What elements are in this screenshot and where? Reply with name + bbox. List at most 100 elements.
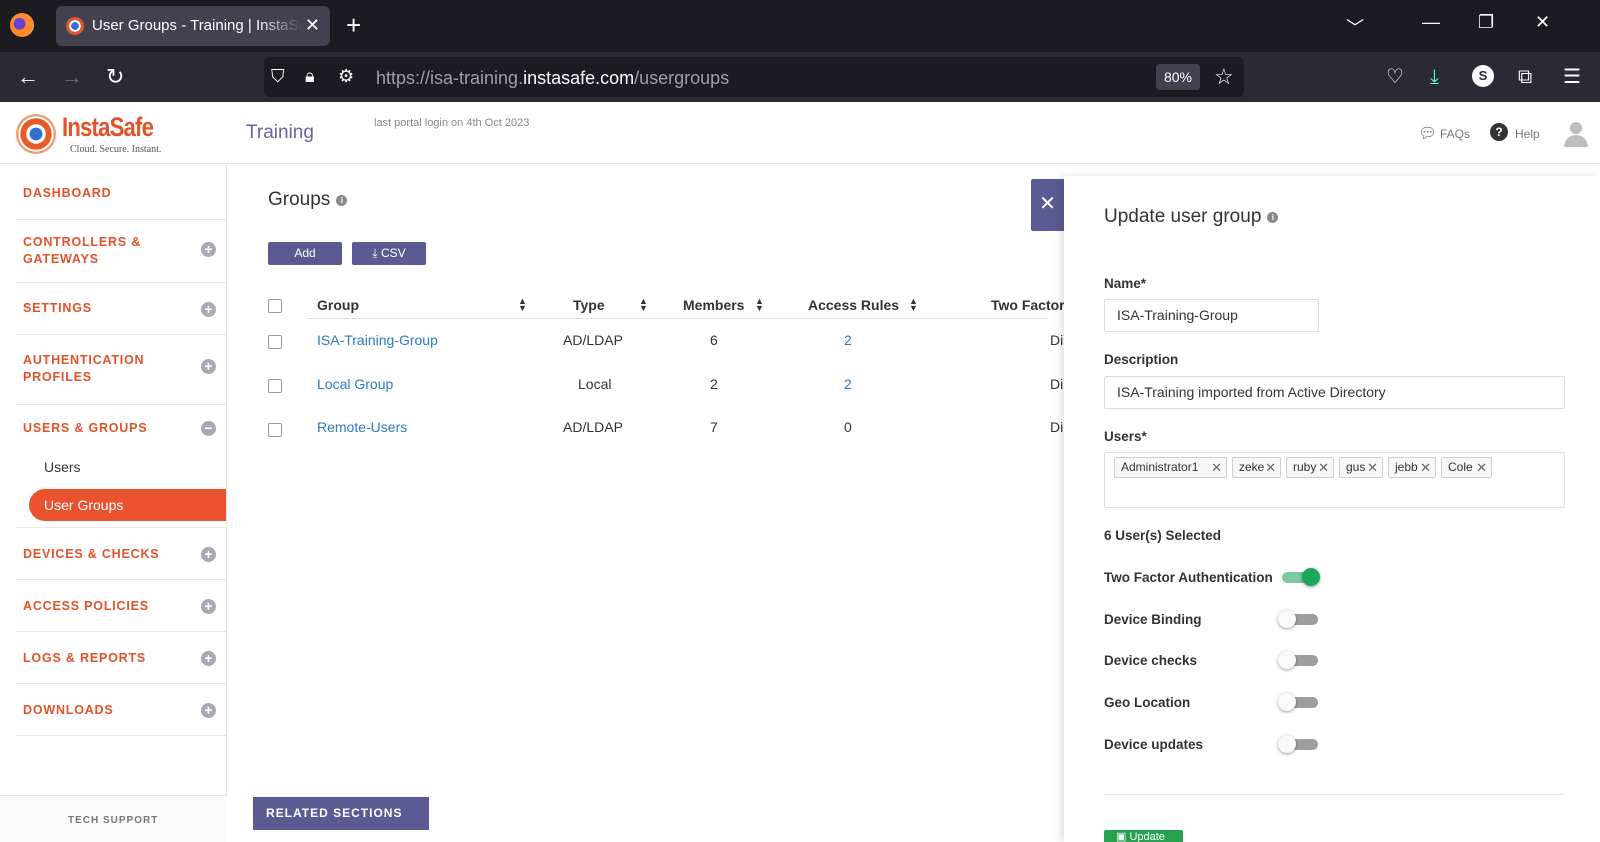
info-icon[interactable]: i bbox=[1267, 212, 1279, 223]
user-tag[interactable]: ruby ✕ bbox=[1286, 457, 1334, 478]
sort-icon[interactable]: ▲ ▼ bbox=[639, 297, 648, 313]
add-button[interactable]: Add bbox=[268, 242, 342, 265]
select-all-checkbox[interactable] bbox=[268, 299, 282, 313]
remove-tag-icon[interactable]: ✕ bbox=[1476, 458, 1487, 477]
sort-icon[interactable]: ▲ ▼ bbox=[518, 297, 527, 313]
sidebar-subitem-user-groups[interactable]: User Groups bbox=[29, 489, 226, 521]
sidebar-item-downloads[interactable]: DOWNLOADS + bbox=[16, 684, 226, 736]
shield-icon[interactable]: ⛉ bbox=[271, 66, 285, 87]
related-sections-button[interactable]: RELATED SECTIONS bbox=[253, 797, 429, 830]
info-icon[interactable]: i bbox=[336, 195, 348, 206]
group-type: Local bbox=[578, 376, 612, 392]
row-checkbox[interactable] bbox=[268, 335, 282, 349]
name-label: Name* bbox=[1104, 276, 1147, 291]
remove-tag-icon[interactable]: ✕ bbox=[1420, 458, 1431, 477]
expand-plus-icon[interactable]: + bbox=[201, 599, 216, 614]
bookmark-star-icon[interactable]: ☆ bbox=[1214, 64, 1234, 90]
pocket-icon[interactable]: ♡ bbox=[1386, 64, 1404, 90]
back-arrow-icon[interactable]: ← bbox=[17, 64, 39, 90]
profile-avatar-icon[interactable]: S bbox=[1472, 65, 1494, 87]
collapse-minus-icon[interactable]: − bbox=[201, 421, 216, 436]
faq-chat-icon[interactable]: 💬︎ bbox=[1418, 124, 1437, 142]
user-tag[interactable]: zeke ✕ bbox=[1232, 457, 1281, 478]
help-link[interactable]: Help bbox=[1515, 127, 1540, 141]
csv-export-button[interactable]: ⤓ CSV bbox=[352, 242, 426, 265]
faqs-link[interactable]: FAQs bbox=[1440, 127, 1470, 141]
minimize-icon[interactable]: — bbox=[1422, 12, 1440, 33]
browser-tab[interactable]: User Groups - Training | InstaSafe ✕ bbox=[56, 6, 330, 46]
instasafe-logo-icon[interactable] bbox=[16, 114, 56, 154]
user-avatar-icon[interactable] bbox=[1564, 122, 1588, 148]
url-text[interactable]: https://isa-training.instasafe.com/userg… bbox=[376, 68, 729, 89]
device-checks-toggle[interactable] bbox=[1278, 651, 1320, 669]
sidebar-item-controllers-gateways[interactable]: CONTROLLERS & GATEWAYS + bbox=[16, 220, 226, 283]
user-tag[interactable]: gus ✕ bbox=[1339, 457, 1383, 478]
users-tag-input[interactable]: Administrator1 ✕ zeke ✕ ruby ✕ gus ✕ jebb ✕ C… bbox=[1104, 452, 1565, 508]
firefox-icon[interactable] bbox=[10, 13, 34, 37]
help-icon[interactable]: ? bbox=[1490, 123, 1508, 141]
update-button[interactable]: ▣ Update bbox=[1104, 830, 1183, 842]
reload-icon[interactable]: ↻ bbox=[106, 64, 124, 90]
group-link[interactable]: ISA-Training-Group bbox=[317, 332, 438, 348]
sort-icon[interactable]: ▲ ▼ bbox=[755, 297, 764, 313]
window-close-icon[interactable]: ✕ bbox=[1535, 12, 1550, 33]
tab-close-icon[interactable]: ✕ bbox=[305, 15, 320, 35]
expand-plus-icon[interactable]: + bbox=[201, 242, 216, 257]
group-link[interactable]: Local Group bbox=[317, 376, 393, 392]
remove-tag-icon[interactable]: ✕ bbox=[1211, 458, 1222, 477]
expand-plus-icon[interactable]: + bbox=[201, 703, 216, 718]
new-tab-icon[interactable]: + bbox=[346, 12, 361, 38]
menu-hamburger-icon[interactable]: ☰ bbox=[1563, 64, 1581, 90]
remove-tag-icon[interactable]: ✕ bbox=[1265, 458, 1276, 477]
device-updates-toggle[interactable] bbox=[1278, 735, 1320, 753]
col-header-type[interactable]: Type bbox=[573, 297, 605, 313]
expand-plus-icon[interactable]: + bbox=[201, 302, 216, 317]
user-tag[interactable]: Cole ✕ bbox=[1441, 457, 1492, 478]
access-rules-link[interactable]: 2 bbox=[844, 376, 852, 392]
brand-logo-text[interactable]: InstaSafe bbox=[62, 112, 154, 143]
device-updates-label: Device updates bbox=[1104, 737, 1204, 752]
row-checkbox[interactable] bbox=[268, 379, 282, 393]
col-header-two-factor[interactable]: Two Factor bbox=[991, 297, 1065, 313]
two-factor-toggle[interactable] bbox=[1278, 568, 1320, 586]
remove-tag-icon[interactable]: ✕ bbox=[1367, 458, 1378, 477]
remove-tag-icon[interactable]: ✕ bbox=[1318, 458, 1329, 477]
expand-plus-icon[interactable]: + bbox=[201, 359, 216, 374]
sidebar-item-settings[interactable]: SETTINGS + bbox=[16, 283, 226, 335]
sidebar-subitem-users[interactable]: Users bbox=[44, 459, 81, 475]
download-icon[interactable]: ⤓ bbox=[1430, 64, 1439, 90]
col-header-members[interactable]: Members bbox=[683, 297, 744, 313]
col-header-access-rules[interactable]: Access Rules bbox=[808, 297, 899, 313]
sidebar-item-logs-reports[interactable]: LOGS & REPORTS + bbox=[16, 632, 226, 684]
row-checkbox[interactable] bbox=[268, 423, 282, 437]
col-header-group[interactable]: Group bbox=[317, 297, 359, 313]
user-tag[interactable]: jebb ✕ bbox=[1388, 457, 1436, 478]
expand-plus-icon[interactable]: + bbox=[201, 651, 216, 666]
group-link[interactable]: Remote-Users bbox=[317, 419, 407, 435]
sort-icon[interactable]: ▲ ▼ bbox=[909, 297, 918, 313]
extensions-icon[interactable]: ⧉ bbox=[1518, 64, 1532, 90]
sidebar-item-authentication-profiles[interactable]: AUTHENTICATION PROFILES + bbox=[16, 335, 226, 405]
expand-plus-icon[interactable]: + bbox=[201, 547, 216, 562]
url-bar[interactable]: ⛉ 🔒︎ ⚙ https://isa-training.instasafe.co… bbox=[264, 57, 1244, 97]
forward-arrow-icon[interactable]: → bbox=[61, 64, 83, 90]
tech-support[interactable]: TECH SUPPORT bbox=[0, 795, 227, 842]
panel-close-button[interactable]: ✕ bbox=[1031, 179, 1064, 231]
group-members: 6 bbox=[710, 332, 718, 348]
sidebar-item-access-policies[interactable]: ACCESS POLICIES + bbox=[16, 580, 226, 632]
name-field[interactable]: ISA-Training-Group bbox=[1104, 299, 1319, 332]
sidebar-item-dashboard[interactable]: DASHBOARD bbox=[16, 165, 226, 220]
user-tag[interactable]: Administrator1 ✕ bbox=[1114, 457, 1227, 478]
users-label: Users* bbox=[1104, 429, 1147, 444]
description-field[interactable]: ISA-Training imported from Active Direct… bbox=[1104, 376, 1565, 409]
device-binding-toggle[interactable] bbox=[1278, 610, 1320, 628]
zoom-level[interactable]: 80% bbox=[1156, 64, 1200, 90]
download-icon: ⤓ bbox=[372, 246, 381, 260]
sidebar-item-devices-checks[interactable]: DEVICES & CHECKS + bbox=[16, 528, 226, 580]
lock-icon[interactable]: 🔒︎ bbox=[305, 66, 315, 87]
access-rules-link[interactable]: 2 bbox=[844, 332, 852, 348]
list-tabs-chevron-icon[interactable]: ﹀ bbox=[1346, 14, 1364, 40]
restore-icon[interactable]: ❐ bbox=[1478, 12, 1494, 33]
geo-location-toggle[interactable] bbox=[1278, 693, 1320, 711]
permissions-icon[interactable]: ⚙ bbox=[338, 66, 354, 87]
